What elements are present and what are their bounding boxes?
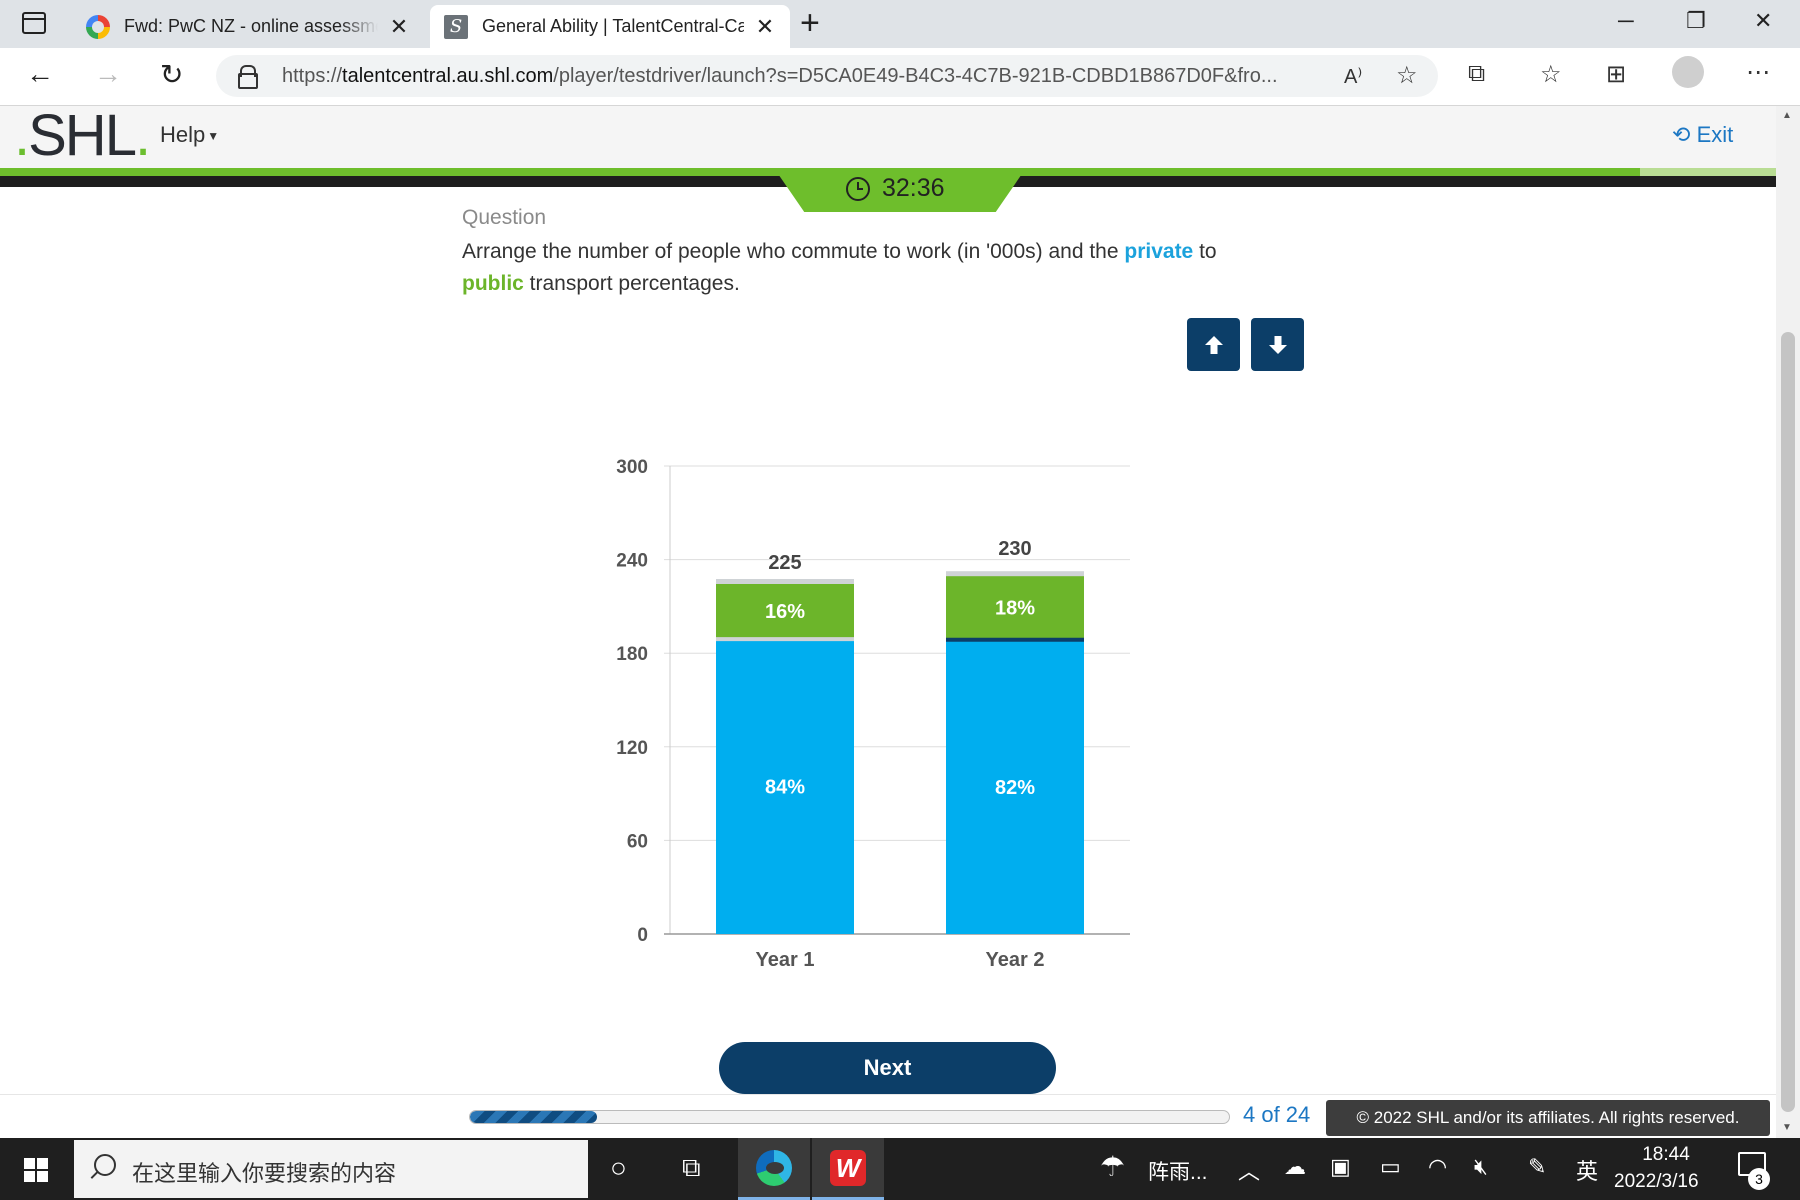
tab-title: Fwd: PwC NZ - online assessment <box>124 16 378 36</box>
total-label: 225 <box>768 552 801 574</box>
forward-icon[interactable]: → <box>94 58 122 90</box>
close-icon[interactable]: ✕ <box>388 14 410 40</box>
battery-icon[interactable]: ▭ <box>1380 1154 1401 1180</box>
arrow-down-icon <box>1268 335 1287 354</box>
search-placeholder: 在这里输入你要搜索的内容 <box>132 1161 397 1186</box>
close-icon[interactable]: ✕ <box>754 14 776 40</box>
lock-icon <box>238 65 258 89</box>
question-text: Arrange the number of people who commute… <box>462 240 1217 295</box>
bar-cap <box>946 571 1084 577</box>
y-tick-label: 300 <box>616 457 648 478</box>
pen-icon[interactable]: ✎ <box>1528 1154 1546 1180</box>
profile-avatar[interactable] <box>1672 56 1704 88</box>
page-scrollbar[interactable]: ▲ ▼ <box>1776 106 1800 1138</box>
percent-label: 16% <box>765 601 805 623</box>
footer-divider <box>0 1094 1776 1095</box>
caret-down-icon: ▼ <box>207 129 220 144</box>
keyword-public: public <box>462 272 524 295</box>
tab-actions-icon[interactable] <box>22 12 46 34</box>
task-view-icon[interactable]: ⧉ <box>682 1152 701 1184</box>
search-icon <box>94 1154 116 1176</box>
y-tick-label: 0 <box>637 925 648 946</box>
exit-button[interactable]: ⟲ Exit <box>1672 122 1733 148</box>
scroll-thumb[interactable] <box>1781 332 1795 1112</box>
scroll-up-icon[interactable]: ▲ <box>1782 110 1792 121</box>
windows-start-icon[interactable] <box>24 1158 48 1182</box>
stacked-bar-chart: 0 60 120 180 240 300 84% 16% 225 Year 1 82% 18% 230 Y… <box>616 457 1130 971</box>
wifi-icon[interactable]: ◠ <box>1428 1154 1447 1180</box>
total-label: 230 <box>998 538 1031 560</box>
question-label: Question <box>462 206 547 229</box>
shl-icon: S <box>444 14 468 39</box>
x-category-label: Year 2 <box>986 949 1045 971</box>
umbrella-weather-icon[interactable]: ☂ <box>1100 1150 1125 1183</box>
url-field[interactable]: https://talentcentral.au.shl.com/player/… <box>216 55 1438 97</box>
app-header: .SHL. Help ▼ ⟲ Exit <box>0 106 1776 168</box>
refresh-icon[interactable]: ↻ <box>160 58 183 91</box>
timer: 32:36 <box>846 174 945 203</box>
onedrive-icon[interactable]: ☁ <box>1284 1154 1306 1180</box>
help-menu[interactable]: Help ▼ <box>160 122 219 148</box>
read-aloud-icon[interactable]: A⁾ <box>1344 64 1362 89</box>
notification-count: 3 <box>1748 1168 1770 1190</box>
edge-app[interactable] <box>738 1138 810 1200</box>
favorites-icon[interactable]: ☆ <box>1540 60 1562 89</box>
edge-icon <box>756 1150 792 1186</box>
keyword-private: private <box>1124 240 1194 263</box>
extensions-icon[interactable]: ⧉ <box>1468 60 1485 88</box>
copyright-notice: © 2022 SHL and/or its affiliates. All ri… <box>1326 1100 1770 1136</box>
progress-bar <box>469 1110 1230 1124</box>
taskbar-search[interactable]: 在这里输入你要搜索的内容 <box>74 1140 588 1198</box>
progress-fill <box>470 1111 597 1123</box>
minimize-icon[interactable]: ─ <box>1618 8 1634 34</box>
tab-title: General Ability | TalentCentral-Ca <box>482 16 744 36</box>
scroll-down-icon[interactable]: ▼ <box>1782 1122 1792 1133</box>
input-method-indicator[interactable]: 英 <box>1576 1154 1598 1186</box>
percent-label: 84% <box>765 777 805 799</box>
new-tab-button[interactable]: + <box>800 6 820 40</box>
close-window-icon[interactable]: ✕ <box>1754 8 1772 34</box>
chevron-up-icon[interactable]: ︿ <box>1238 1154 1260 1186</box>
percent-label: 18% <box>995 597 1035 619</box>
next-button[interactable]: Next <box>719 1042 1056 1094</box>
windows-taskbar: 在这里输入你要搜索的内容 ○ ⧉ W ☂ 阵雨... ︿ ☁ ▣ ▭ ◠ 🔇︎ … <box>0 1138 1800 1200</box>
y-tick-label: 60 <box>627 831 648 852</box>
tab-inactive[interactable]: Fwd: PwC NZ - online assessment ✕ <box>72 5 424 48</box>
volume-muted-icon[interactable]: 🔇︎ <box>1474 1154 1488 1180</box>
move-down-button[interactable] <box>1251 318 1304 371</box>
shl-logo: .SHL. <box>14 103 151 168</box>
clock-date[interactable]: 2022/3/16 <box>1614 1171 1699 1193</box>
bar-cap <box>716 579 854 584</box>
address-toolbar: ← → ↻ https://talentcentral.au.shl.com/p… <box>0 48 1800 106</box>
more-menu-icon[interactable]: ⋯ <box>1746 58 1770 87</box>
cortana-icon[interactable]: ○ <box>610 1152 627 1184</box>
x-category-label: Year 1 <box>756 949 815 971</box>
url-text: https://talentcentral.au.shl.com/player/… <box>282 65 1278 87</box>
add-favorite-icon[interactable]: ☆ <box>1396 61 1418 90</box>
browser-tab-bar: Fwd: PwC NZ - online assessment ✕ S Gene… <box>0 0 1800 48</box>
y-tick-label: 180 <box>616 644 648 665</box>
back-icon[interactable]: ← <box>26 58 54 90</box>
tab-active[interactable]: S General Ability | TalentCentral-Ca ✕ <box>430 5 790 48</box>
progress-text: 4 of 24 <box>1243 1102 1311 1127</box>
restore-icon[interactable]: ❐ <box>1686 8 1706 34</box>
arrow-up-icon <box>1204 335 1223 354</box>
meet-now-icon[interactable]: ▣ <box>1330 1154 1351 1180</box>
collections-icon[interactable]: ⊞ <box>1606 60 1626 89</box>
clock-time[interactable]: 18:44 <box>1636 1144 1696 1166</box>
clock-icon <box>846 176 870 201</box>
timer-value: 32:36 <box>882 174 945 202</box>
gmail-icon <box>86 14 110 39</box>
wps-icon: W <box>830 1150 866 1186</box>
percent-label: 82% <box>995 777 1035 799</box>
move-up-button[interactable] <box>1187 318 1240 371</box>
wps-app[interactable]: W <box>812 1138 884 1200</box>
y-tick-label: 120 <box>616 738 648 759</box>
weather-text[interactable]: 阵雨... <box>1148 1156 1208 1186</box>
y-tick-label: 240 <box>616 551 648 572</box>
exit-icon: ⟲ <box>1672 122 1691 147</box>
